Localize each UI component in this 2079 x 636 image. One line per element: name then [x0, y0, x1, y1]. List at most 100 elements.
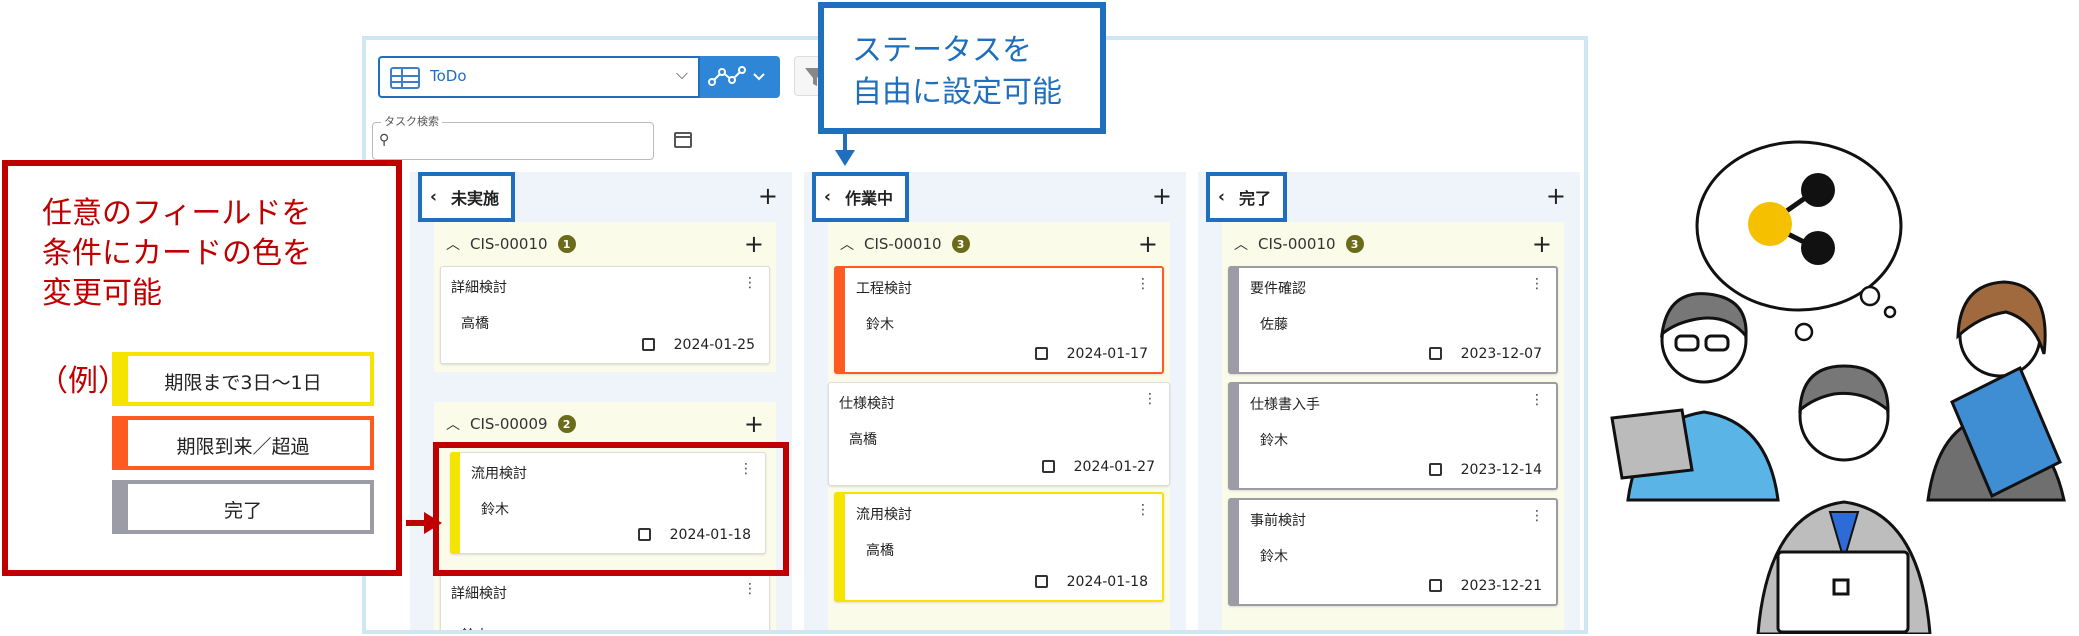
- card-title: 要件確認: [1250, 281, 1306, 297]
- group-id: CIS-00010: [864, 235, 942, 253]
- chevron-up-icon[interactable]: ︿: [840, 234, 854, 254]
- chevron-up-icon[interactable]: ︿: [1234, 234, 1248, 254]
- task-card[interactable]: 流用検討 ⋮ 高橋 2024-01-18: [834, 492, 1164, 602]
- card-title: 仕様検討: [839, 396, 895, 412]
- count-badge: 3: [951, 235, 970, 253]
- column-header[interactable]: ‹ 完了: [1206, 172, 1288, 222]
- status-callout: ステータスを 自由に設定可能: [818, 2, 1106, 134]
- highlight-frame: [433, 442, 789, 576]
- card-group: ︿ CIS-00010 3 + 工程検討 ⋮ 鈴木 2024-01-17 仕様検…: [828, 222, 1170, 630]
- card-assignee: 高橋: [461, 316, 489, 332]
- count-badge: 1: [557, 235, 576, 253]
- card-title: 事前検討: [1250, 513, 1306, 529]
- legend-item: 期限到来／超過: [112, 416, 374, 470]
- card-color-bar: [1229, 499, 1239, 605]
- graph-view-toggle[interactable]: [700, 56, 780, 98]
- legend-item: 完了: [112, 480, 374, 534]
- card-title: 仕様書入手: [1250, 397, 1320, 413]
- chevron-up-icon[interactable]: ︿: [446, 234, 460, 254]
- column-title: 完了: [1239, 189, 1272, 208]
- card-assignee: 鈴木: [866, 317, 894, 333]
- calendar-icon: [1429, 347, 1442, 360]
- network-icon: [708, 66, 765, 86]
- more-options-icon[interactable]: ⋮: [1143, 391, 1157, 407]
- task-card[interactable]: 事前検討 ⋮ 鈴木 2023-12-21: [1228, 498, 1558, 606]
- color-callout-line: 条件にカードの色を: [42, 236, 312, 271]
- status-callout-text: ステータスを 自由に設定可能: [852, 30, 1062, 114]
- card-color-bar: [835, 267, 845, 373]
- count-badge: 3: [1345, 235, 1364, 253]
- column-title: 作業中: [845, 189, 894, 208]
- card-assignee: 高橋: [866, 543, 894, 559]
- column-header[interactable]: ‹ 未実施: [418, 172, 516, 222]
- card-assignee: 鈴木: [1260, 549, 1288, 565]
- chevron-down-icon[interactable]: ⌵: [676, 64, 688, 84]
- add-card-button[interactable]: +: [744, 230, 764, 258]
- group-id: CIS-00009: [470, 415, 548, 433]
- more-options-icon[interactable]: ⋮: [743, 581, 757, 597]
- search-icon: ⚲: [379, 132, 390, 148]
- add-card-button[interactable]: +: [1546, 184, 1566, 208]
- card-title: 工程検討: [856, 281, 912, 297]
- kanban-column: ‹ 完了 + ︿ CIS-00010 3 + 要件確認 ⋮ 佐藤 2023-12…: [1198, 172, 1580, 630]
- count-badge: 2: [557, 415, 576, 433]
- add-card-button[interactable]: +: [744, 410, 764, 438]
- status-callout-line: 自由に設定可能: [852, 75, 1062, 110]
- task-search-input[interactable]: タスク検索 ⚲: [372, 113, 654, 160]
- card-due-date: 2023-12-07: [1460, 346, 1542, 362]
- card-assignee: 高橋: [849, 432, 877, 448]
- more-options-icon[interactable]: ⋮: [1136, 276, 1150, 292]
- group-header[interactable]: ︿ CIS-00010 1: [434, 222, 776, 266]
- card-color-bar: [1229, 383, 1239, 489]
- more-options-icon[interactable]: ⋮: [743, 275, 757, 291]
- more-options-icon[interactable]: ⋮: [1136, 502, 1150, 518]
- column-header[interactable]: ‹ 作業中: [812, 172, 910, 222]
- chevron-left-icon[interactable]: ‹: [824, 187, 831, 207]
- group-header[interactable]: ︿ CIS-00009 2: [434, 402, 776, 446]
- card-color-callout: 任意のフィールドを 条件にカードの色を 変更可能 （例） 期限まで3日〜1日 期…: [2, 160, 402, 576]
- view-label: ToDo: [430, 67, 467, 85]
- card-due-date: 2023-12-14: [1460, 462, 1542, 478]
- group-id: CIS-00010: [470, 235, 548, 253]
- card-due-date: 2024-01-25: [673, 337, 755, 353]
- kanban-column: ‹ 作業中 + ︿ CIS-00010 3 + 工程検討 ⋮ 鈴木 2024-0…: [804, 172, 1186, 630]
- team-illustration: [1610, 140, 2066, 634]
- arrow-down-icon: [835, 150, 855, 166]
- card-due-date: 2024-01-27: [1073, 459, 1155, 475]
- more-options-icon[interactable]: ⋮: [1530, 276, 1544, 292]
- calendar-icon: [642, 338, 655, 351]
- chevron-left-icon[interactable]: ‹: [430, 187, 437, 207]
- calendar-icon: [1035, 347, 1048, 360]
- group-header[interactable]: ︿ CIS-00010 3: [1222, 222, 1564, 266]
- color-callout-line: 任意のフィールドを: [42, 196, 312, 231]
- card-assignee: 鈴木: [461, 625, 489, 630]
- card-color-bar: [835, 493, 845, 601]
- task-card[interactable]: 仕様書入手 ⋮ 鈴木 2023-12-14: [1228, 382, 1558, 490]
- calendar-icon: [1035, 575, 1048, 588]
- task-card[interactable]: 詳細検討 ⋮ 鈴木: [440, 572, 770, 630]
- add-card-button[interactable]: +: [1138, 230, 1158, 258]
- task-card[interactable]: 要件確認 ⋮ 佐藤 2023-12-07: [1228, 266, 1558, 374]
- calendar-icon[interactable]: [674, 132, 692, 148]
- color-callout-line: 変更可能: [42, 276, 162, 311]
- add-card-button[interactable]: +: [1532, 230, 1552, 258]
- calendar-icon: [1429, 463, 1442, 476]
- group-header[interactable]: ︿ CIS-00010 3: [828, 222, 1170, 266]
- add-card-button[interactable]: +: [1152, 184, 1172, 208]
- chevron-up-icon[interactable]: ︿: [446, 414, 460, 434]
- add-card-button[interactable]: +: [758, 184, 778, 208]
- card-group: ︿ CIS-00010 3 + 要件確認 ⋮ 佐藤 2023-12-07 仕様書…: [1222, 222, 1564, 630]
- status-callout-line: ステータスを: [852, 33, 1032, 68]
- card-title: 流用検討: [856, 507, 912, 523]
- task-card[interactable]: 仕様検討 ⋮ 高橋 2024-01-27: [828, 382, 1170, 486]
- column-title: 未実施: [451, 189, 500, 208]
- more-options-icon[interactable]: ⋮: [1530, 392, 1544, 408]
- more-options-icon[interactable]: ⋮: [1530, 508, 1544, 524]
- view-selector[interactable]: ToDo ⌵: [378, 56, 700, 98]
- card-color-bar: [1229, 267, 1239, 373]
- card-due-date: 2024-01-18: [1066, 574, 1148, 590]
- color-callout-text: 任意のフィールドを 条件にカードの色を 変更可能: [42, 194, 312, 314]
- chevron-left-icon[interactable]: ‹: [1218, 187, 1225, 207]
- task-card[interactable]: 詳細検討 ⋮ 高橋 2024-01-25: [440, 266, 770, 364]
- task-card[interactable]: 工程検討 ⋮ 鈴木 2024-01-17: [834, 266, 1164, 374]
